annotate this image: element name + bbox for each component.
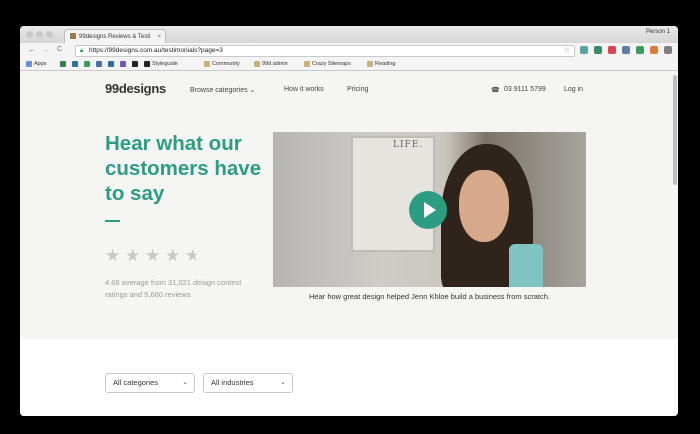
apps-icon	[26, 60, 32, 67]
bookmark-icon	[60, 60, 66, 67]
address-bar[interactable]: 🔒︎ https://99designs.com.au/testimonials…	[75, 45, 575, 57]
bookmark-icon	[72, 60, 78, 67]
bookmark-community[interactable]: Community	[204, 59, 240, 69]
title-divider	[105, 220, 120, 222]
chevron-down-icon: ⌄	[249, 87, 256, 94]
face-image	[459, 170, 509, 242]
lock-icon: 🔒︎	[80, 48, 84, 54]
bookmark-star-icon[interactable]: ☆	[564, 46, 570, 56]
nav-pricing[interactable]: Pricing	[347, 86, 368, 93]
star-icon: ★	[164, 246, 181, 265]
bookmark-admin[interactable]: 99d admin	[254, 59, 288, 69]
partial-star-icon: ★	[184, 246, 201, 265]
chevron-down-icon: ⌄	[182, 379, 188, 386]
nav-login[interactable]: Log in	[564, 86, 583, 93]
hero-section: 99designs Browse categories ⌄ How it wor…	[20, 71, 678, 339]
tab-bar: 99designs Reviews & Testi × Person 1	[20, 26, 678, 44]
industry-filter-select[interactable]: All industries ⌄	[203, 373, 293, 393]
bookmark-styleguide[interactable]: Styleguide	[144, 59, 178, 69]
bookmark-icon-5[interactable]	[108, 59, 116, 69]
phone-icon: ☎	[491, 87, 500, 94]
minimize-window-button[interactable]	[36, 31, 43, 38]
forward-icon[interactable]: →	[42, 45, 50, 54]
browser-toolbar: ← → C 🔒︎ https://99designs.com.au/testim…	[20, 43, 678, 58]
star-icon: ★	[105, 246, 121, 265]
folder-icon	[304, 60, 310, 67]
bookmark-icon-7[interactable]	[132, 59, 140, 69]
chevron-down-icon: ⌄	[280, 379, 286, 386]
rating-summary: 4.68 average from 31,021 design contest …	[105, 278, 242, 299]
folder-icon	[204, 60, 210, 67]
maximize-window-button[interactable]	[46, 31, 53, 38]
page-title: Hear what our customers have to say	[105, 132, 262, 205]
close-tab-icon[interactable]: ×	[157, 30, 161, 44]
tab-title: 99designs Reviews & Testi	[79, 34, 151, 40]
bookmark-icon	[84, 60, 90, 67]
back-icon[interactable]: ←	[28, 45, 36, 54]
bookmarks-bar: Apps Styleguide Community 99d admin Craz…	[20, 58, 678, 71]
folder-icon	[367, 60, 373, 67]
extension-icon[interactable]	[636, 46, 644, 54]
browser-tab[interactable]: 99designs Reviews & Testi ×	[64, 29, 166, 44]
github-icon	[132, 60, 138, 67]
extension-icon[interactable]	[580, 46, 588, 54]
page-content: 99designs Browse categories ⌄ How it wor…	[20, 71, 678, 416]
url-text: https://99designs.com.au/testimonials?pa…	[89, 47, 223, 54]
favicon-icon	[70, 33, 76, 40]
extension-icon[interactable]	[594, 46, 602, 54]
star-icon: ★	[124, 246, 141, 265]
profile-button[interactable]: Person 1	[646, 29, 670, 35]
bookmark-icon-3[interactable]	[84, 59, 92, 69]
browser-window: 99designs Reviews & Testi × Person 1 ← →…	[20, 26, 678, 416]
bookmark-icon	[96, 60, 102, 67]
site-logo[interactable]: 99designs	[105, 81, 166, 96]
bookmark-sitemaps[interactable]: Crazy Sitemaps	[304, 59, 351, 69]
bookmark-reading[interactable]: Reading	[367, 59, 396, 69]
bookmark-icon-1[interactable]	[60, 59, 68, 69]
page-scrollbar[interactable]	[673, 75, 677, 185]
extension-icon[interactable]	[650, 46, 658, 54]
nav-how-it-works[interactable]: How it works	[284, 86, 324, 93]
bookmark-icon-6[interactable]	[120, 59, 128, 69]
shirt-image	[509, 244, 543, 287]
star-icon: ★	[144, 246, 161, 265]
folder-icon	[254, 60, 260, 67]
close-window-button[interactable]	[26, 31, 33, 38]
bookmark-icon	[108, 60, 114, 67]
bookmark-icon	[120, 60, 126, 67]
nav-browse-categories[interactable]: Browse categories ⌄	[190, 86, 255, 94]
reload-icon[interactable]: C	[57, 46, 62, 53]
extension-icon[interactable]	[622, 46, 630, 54]
category-filter-select[interactable]: All categories ⌄	[105, 373, 195, 393]
menu-icon[interactable]	[664, 46, 672, 54]
phone-number[interactable]: 03 9111 5799	[504, 86, 546, 93]
github-icon	[144, 60, 150, 67]
video-caption: Hear how great design helped Jenn Khloe …	[309, 292, 550, 301]
bookmark-icon-4[interactable]	[96, 59, 104, 69]
pocket-icon[interactable]	[608, 46, 616, 54]
whiteboard-text: LIFE.	[393, 140, 424, 150]
bookmark-apps[interactable]: Apps	[26, 59, 47, 69]
play-icon[interactable]	[409, 191, 447, 229]
rating-stars: ★ ★ ★ ★ ★	[105, 246, 200, 266]
bookmark-icon-2[interactable]	[72, 59, 80, 69]
